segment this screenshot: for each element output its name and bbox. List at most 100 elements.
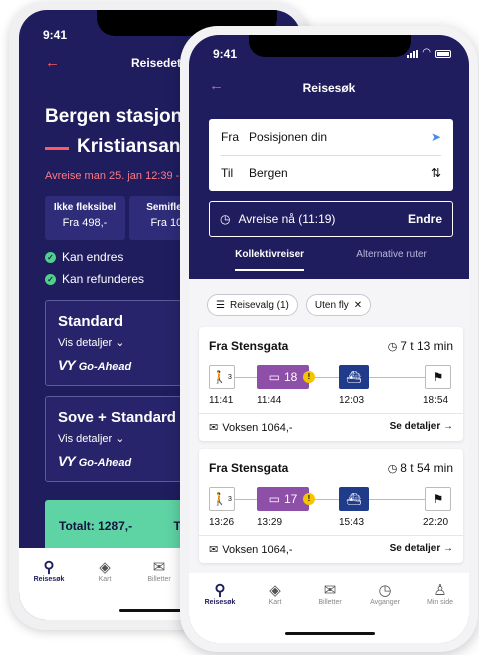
trip-card[interactable]: Fra Stensgata ◷ 7 t 13 min 🚶 3 ▭ 18 ! ⛴ ⚑ 1… bbox=[199, 327, 463, 441]
nav-item-kart[interactable]: ◈ Kart bbox=[83, 558, 127, 583]
bus-segment: ▭ 18 bbox=[257, 365, 309, 389]
operator-logo-label: Go-Ahead bbox=[78, 457, 132, 469]
warning-icon[interactable]: ! bbox=[303, 493, 315, 505]
clock-icon: ◷ bbox=[220, 212, 231, 226]
tab-alternative-ruter[interactable]: Alternative ruter bbox=[356, 249, 427, 271]
flag-icon: ⚑ bbox=[425, 487, 451, 511]
departure-time-selector[interactable]: ◷ Avreise nå (11:19) Endre bbox=[209, 201, 453, 237]
from-label: Fra bbox=[221, 130, 239, 144]
trip-duration-label: 7 t 13 min bbox=[400, 339, 453, 353]
bus-icon: ▭ bbox=[268, 370, 280, 384]
trip-card[interactable]: Fra Stensgata ◷ 8 t 54 min 🚶 3 ▭ 17 ! ⛴ ⚑ 1… bbox=[199, 449, 463, 563]
bus-segment: ▭ 17 bbox=[257, 487, 309, 511]
tab-kollektivreiser[interactable]: Kollektivreiser bbox=[235, 249, 305, 271]
ferry-icon: ⛴ bbox=[339, 487, 369, 511]
from-field[interactable]: Fra Posisjonen din ➤ bbox=[221, 119, 441, 155]
home-indicator bbox=[285, 632, 375, 635]
segment-line bbox=[369, 377, 425, 378]
walking-person-icon: 🚶 bbox=[212, 370, 228, 384]
time-label: 13:29 bbox=[257, 517, 283, 528]
vy-logo-icon: VY bbox=[58, 453, 76, 469]
time-label: 11:44 bbox=[257, 395, 282, 406]
battery-icon bbox=[435, 50, 451, 58]
see-details-link[interactable]: Se detaljer → bbox=[390, 543, 453, 554]
nav-label: Kart bbox=[268, 599, 282, 606]
show-details-label: Vis detaljer bbox=[58, 337, 113, 349]
see-details-link[interactable]: Se detaljer → bbox=[390, 421, 453, 432]
to-field[interactable]: Til Bergen ⇅ bbox=[221, 155, 441, 191]
to-label: Til bbox=[221, 166, 234, 180]
walking-person-icon: 🚶 bbox=[212, 492, 228, 506]
trip-price-label: Voksen 1064,- bbox=[222, 422, 293, 434]
segment-line bbox=[235, 377, 257, 378]
time-label: 12:03 bbox=[339, 395, 365, 406]
fare-tab-ikke-fleksibel[interactable]: Ikke fleksibel Fra 498,- bbox=[45, 196, 125, 240]
ticket-icon: ✉ bbox=[323, 582, 337, 599]
ticket-option-sove-standard[interactable]: Sove + Standard Vis detaljer ⌄ VY Go-Ahea… bbox=[45, 396, 195, 482]
no-flights-chip[interactable]: Uten fly ✕ bbox=[305, 294, 372, 316]
walk-segment: 🚶 3 bbox=[209, 487, 235, 511]
destination-station: Kristiansand bbox=[77, 136, 193, 157]
bus-line-number: 17 bbox=[283, 492, 298, 506]
nav-item-reisesok[interactable]: ⚲ Reisesøk bbox=[27, 558, 71, 583]
swap-icon[interactable]: ⇅ bbox=[431, 166, 441, 180]
nav-label: Avganger bbox=[370, 599, 400, 606]
status-time: 9:41 bbox=[43, 28, 68, 42]
route-tabs: Kollektivreiser Alternative ruter bbox=[209, 249, 453, 271]
nav-item-billetter[interactable]: ✉ Billetter bbox=[305, 581, 355, 606]
nav-item-avganger[interactable]: ◷ Avganger bbox=[360, 581, 410, 606]
nav-item-min-side[interactable]: ♙ Min side bbox=[415, 581, 465, 606]
show-details-link[interactable]: Vis detaljer ⌄ bbox=[58, 336, 182, 349]
nav-label: Kart bbox=[98, 576, 112, 583]
walk-minutes: 3 bbox=[228, 373, 232, 381]
search-icon: ⚲ bbox=[43, 559, 55, 576]
warning-icon[interactable]: ! bbox=[303, 371, 315, 383]
route-dash bbox=[45, 147, 69, 150]
phone-journey-search: 9:41 ◠ ← Reisesøk Fra Posisjonen din ➤ T… bbox=[180, 26, 478, 652]
time-label: 22:20 bbox=[423, 517, 449, 528]
nav-label: Min side bbox=[426, 599, 454, 606]
nav-item-kart[interactable]: ◈ Kart bbox=[250, 581, 300, 606]
trip-price: ✉ Voksen 1064,- bbox=[209, 543, 293, 556]
nav-label: Billetter bbox=[147, 576, 171, 583]
filter-chips: ☰ Reisevalg (1) Uten fly ✕ bbox=[207, 294, 372, 316]
nav-label: Reisesøk bbox=[204, 599, 236, 606]
clock-icon: ◷ bbox=[387, 463, 398, 475]
trip-price-label: Voksen 1064,- bbox=[222, 544, 293, 556]
chevron-down-icon: ⌄ bbox=[115, 433, 125, 445]
close-icon[interactable]: ✕ bbox=[354, 300, 362, 311]
walk-segment: 🚶 3 bbox=[209, 365, 235, 389]
divider bbox=[199, 535, 463, 536]
segment-line bbox=[369, 499, 425, 500]
nav-label: Reisesøk bbox=[33, 576, 65, 583]
ticket-icon: ✉ bbox=[209, 422, 219, 434]
map-icon: ◈ bbox=[99, 559, 111, 576]
time-label: 13:26 bbox=[209, 517, 235, 528]
show-details-link[interactable]: Vis detaljer ⌄ bbox=[58, 432, 182, 445]
time-label: 15:43 bbox=[339, 517, 365, 528]
clock-icon: ◷ bbox=[378, 582, 392, 599]
nav-item-reisesok[interactable]: ⚲ Reisesøk bbox=[195, 581, 245, 606]
location-arrow-icon[interactable]: ➤ bbox=[431, 130, 441, 144]
condition-item: ✓ Kan refunderes bbox=[45, 272, 144, 286]
results-panel: ☰ Reisevalg (1) Uten fly ✕ Fra Stensgata… bbox=[189, 279, 469, 643]
sliders-icon: ☰ bbox=[216, 299, 225, 311]
chip-label: Uten fly bbox=[314, 299, 349, 311]
trip-duration-label: 8 t 54 min bbox=[400, 461, 453, 475]
check-icon: ✓ bbox=[45, 273, 56, 285]
fare-tab-price: Fra 498,- bbox=[62, 217, 108, 229]
bottom-nav: ⚲ Reisesøk ◈ Kart ✉ Billetter ◷ Avganger… bbox=[189, 573, 469, 643]
departure-time-label: Avreise nå (11:19) bbox=[238, 212, 336, 226]
segment-line bbox=[315, 377, 339, 378]
condition-item: ✓ Kan endres bbox=[45, 250, 123, 264]
ticket-option-standard[interactable]: Standard Vis detaljer ⌄ VY Go-Ahead bbox=[45, 300, 195, 386]
operator-logo: VY Go-Ahead bbox=[58, 453, 182, 469]
chevron-down-icon: ⌄ bbox=[115, 337, 125, 349]
person-icon: ♙ bbox=[433, 582, 447, 599]
travel-options-chip[interactable]: ☰ Reisevalg (1) bbox=[207, 294, 298, 316]
arrow-left-icon[interactable]: ← bbox=[45, 54, 60, 71]
ferry-icon: ⛴ bbox=[339, 365, 369, 389]
status-time: 9:41 bbox=[213, 47, 238, 61]
change-button[interactable]: Endre bbox=[408, 212, 442, 226]
nav-item-billetter[interactable]: ✉ Billetter bbox=[137, 558, 181, 583]
